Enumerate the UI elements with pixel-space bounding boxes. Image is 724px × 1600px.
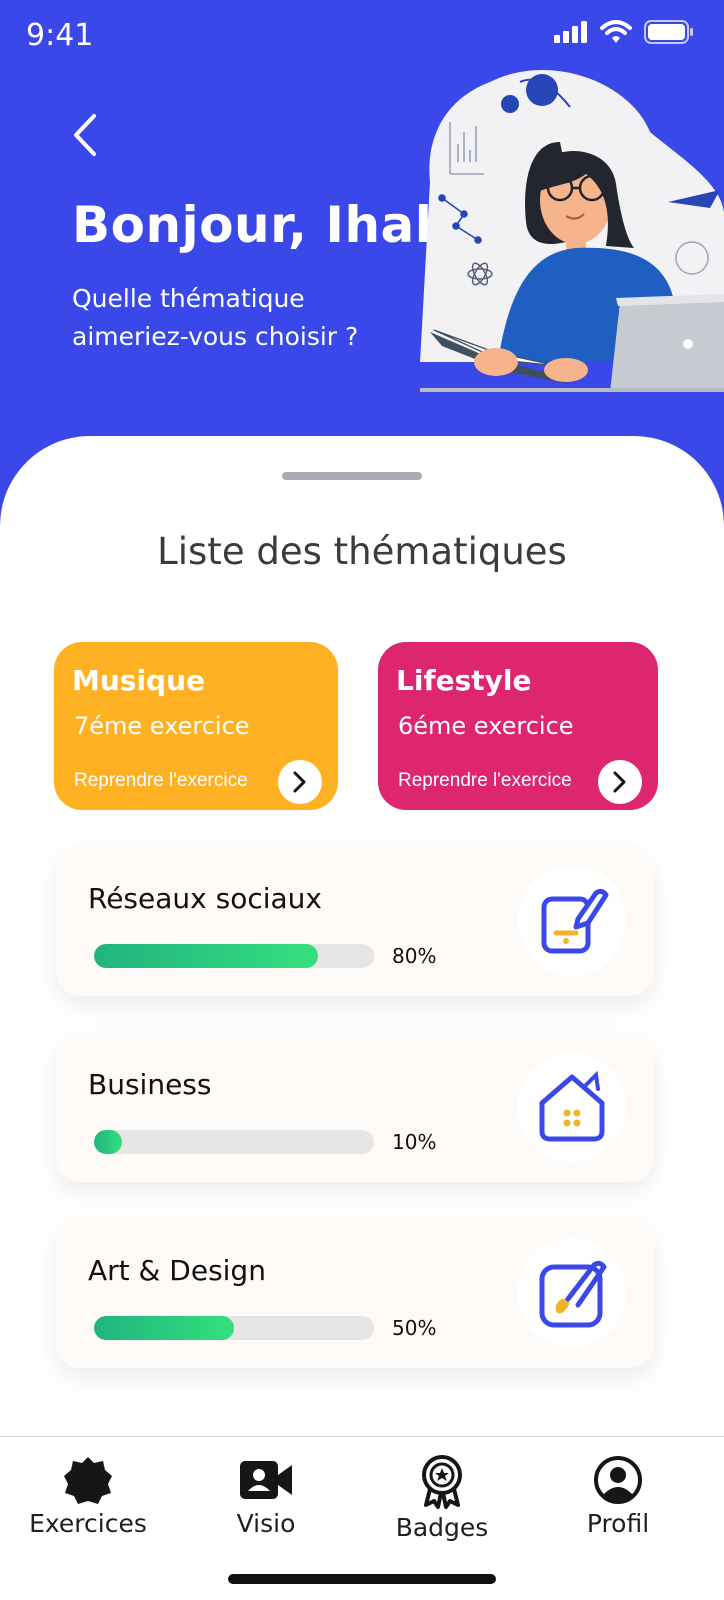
wifi-icon (600, 20, 632, 43)
battery-icon (644, 20, 693, 44)
greeting-subtitle: Quelle thématique aimeriez-vous choisir … (72, 284, 359, 351)
chevron-right-icon (613, 771, 626, 793)
featured-card-musique[interactable]: Musique 7éme exercice Reprendre l'exerci… (54, 642, 338, 810)
tab-exercices[interactable]: Exercices (8, 1455, 168, 1538)
progress-fill (94, 944, 318, 968)
tab-badges[interactable]: Badges (362, 1455, 522, 1542)
woman-reading-illustration (420, 70, 724, 392)
badge-star-icon (64, 1457, 112, 1504)
featured-name: Lifestyle (396, 664, 532, 697)
progress-fill (94, 1130, 122, 1154)
progress-track (94, 1316, 374, 1340)
theme-card-reseaux-sociaux[interactable]: Réseaux sociaux 80% (56, 846, 654, 996)
house-icon (518, 1052, 626, 1162)
chevron-left-icon (74, 114, 96, 156)
featured-exercise: 6éme exercice (398, 712, 574, 740)
screen: 9:41 Bonjour, Ihab Quelle thématique aim… (0, 0, 724, 1600)
theme-title: Réseaux sociaux (88, 882, 322, 915)
progress-percent: 50% (392, 1316, 437, 1340)
progress-percent: 10% (392, 1130, 437, 1154)
resume-button[interactable] (598, 760, 642, 804)
back-button[interactable] (62, 110, 108, 160)
user-circle-icon (594, 1456, 642, 1504)
content-sheet (0, 436, 724, 1600)
chevron-right-icon (293, 771, 306, 793)
video-user-icon (240, 1461, 292, 1499)
phone-edit-icon (518, 866, 626, 976)
theme-title: Art & Design (88, 1254, 266, 1287)
sheet-handle[interactable] (282, 472, 422, 480)
progress-percent: 80% (392, 944, 437, 968)
tab-label: Badges (395, 1513, 489, 1542)
featured-exercise: 7éme exercice (74, 712, 250, 740)
progress-track (94, 944, 374, 968)
tab-profil[interactable]: Profil (538, 1455, 698, 1538)
status-icons (554, 20, 694, 44)
theme-card-business[interactable]: Business 10% (56, 1032, 654, 1182)
resume-button[interactable] (278, 760, 322, 804)
featured-name: Musique (72, 664, 206, 697)
progress-track (94, 1130, 374, 1154)
section-title: Liste des thématiques (157, 530, 567, 573)
progress-fill (94, 1316, 234, 1340)
tab-label: Visio (236, 1509, 296, 1538)
tab-label: Profil (586, 1509, 650, 1538)
featured-card-lifestyle[interactable]: Lifestyle 6éme exercice Reprendre l'exer… (378, 642, 658, 810)
home-indicator[interactable] (228, 1574, 496, 1584)
theme-title: Business (88, 1068, 212, 1101)
brush-edit-icon (518, 1238, 626, 1348)
greeting-title: Bonjour, Ihab (72, 196, 452, 254)
resume-link[interactable]: Reprendre l'exercice (74, 770, 248, 792)
tab-label: Exercices (29, 1509, 147, 1538)
tab-visio[interactable]: Visio (186, 1455, 346, 1538)
resume-link[interactable]: Reprendre l'exercice (398, 770, 572, 792)
cellular-signal-icon (554, 21, 587, 43)
theme-card-art-design[interactable]: Art & Design 50% (56, 1218, 654, 1368)
medal-icon (422, 1455, 462, 1509)
status-time: 9:41 (26, 18, 94, 53)
